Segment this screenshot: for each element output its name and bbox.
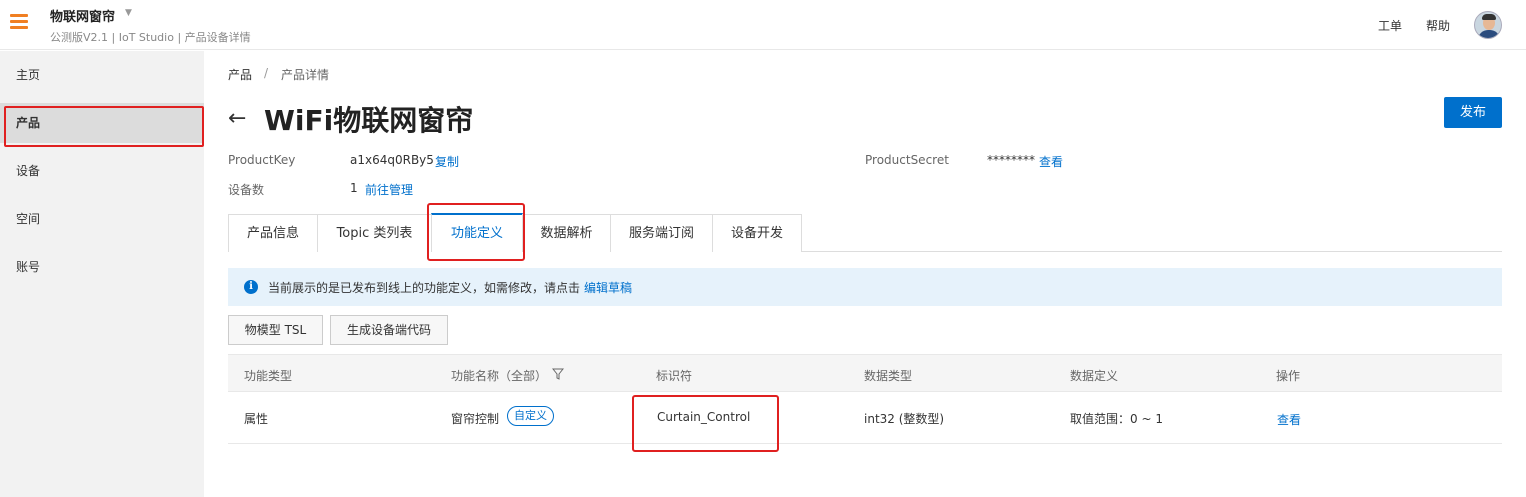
caret-down-icon[interactable]: ▼ bbox=[125, 8, 132, 18]
highlight-box bbox=[632, 395, 779, 452]
cell-data-type: int32 (整数型) bbox=[864, 412, 945, 426]
manage-devices-link[interactable]: 前往管理 bbox=[365, 181, 413, 198]
product-key-label: ProductKey bbox=[228, 153, 296, 167]
page-title: WiFi物联网窗帘 bbox=[264, 104, 474, 137]
custom-tag: 自定义 bbox=[507, 406, 554, 426]
product-secret-value: ******** bbox=[987, 153, 1035, 167]
cell-type: 属性 bbox=[244, 412, 269, 426]
column-header: 功能名称（全部） bbox=[451, 369, 548, 383]
sidebar-item-device[interactable]: 设备 bbox=[0, 151, 204, 191]
column-header: 标识符 bbox=[656, 369, 693, 383]
product-secret-label: ProductSecret bbox=[865, 153, 949, 167]
sidebar-item-home[interactable]: 主页 bbox=[0, 55, 204, 95]
table-header: 功能类型 功能名称（全部） 标识符 数据类型 数据定义 操作 bbox=[228, 354, 1502, 392]
avatar[interactable] bbox=[1474, 11, 1502, 39]
notice-text: 当前展示的是已发布到线上的功能定义，如需修改，请点击 bbox=[268, 281, 581, 295]
cell-name: 窗帘控制 bbox=[451, 412, 500, 426]
table-row: 属性 窗帘控制 自定义 Curtain_Control int32 (整数型) … bbox=[228, 392, 1502, 444]
tab-device-development[interactable]: 设备开发 bbox=[712, 214, 802, 252]
tab-data-parsing[interactable]: 数据解析 bbox=[522, 214, 611, 252]
device-count-value: 1 bbox=[350, 181, 358, 195]
column-header: 数据定义 bbox=[1070, 369, 1119, 383]
copy-link[interactable]: 复制 bbox=[435, 153, 459, 170]
product-key-value: a1x64q0RBy5 bbox=[350, 153, 434, 167]
app-name[interactable]: 物联网窗帘 bbox=[50, 6, 115, 25]
column-header: 功能类型 bbox=[244, 369, 293, 383]
view-action-link[interactable]: 查看 bbox=[1277, 411, 1301, 428]
generate-code-button[interactable]: 生成设备端代码 bbox=[330, 315, 448, 345]
ticket-link[interactable]: 工单 bbox=[1378, 17, 1402, 34]
info-icon: i bbox=[244, 280, 258, 294]
view-secret-link[interactable]: 查看 bbox=[1039, 153, 1063, 170]
tab-product-info[interactable]: 产品信息 bbox=[228, 214, 318, 252]
tsl-button[interactable]: 物模型 TSL bbox=[228, 315, 323, 345]
edit-draft-link[interactable]: 编辑草稿 bbox=[584, 279, 632, 296]
tab-topic-list[interactable]: Topic 类列表 bbox=[317, 214, 432, 252]
device-count-label: 设备数 bbox=[228, 183, 265, 197]
breadcrumb-current: 产品详情 bbox=[281, 68, 330, 82]
sidebar-item-space[interactable]: 空间 bbox=[0, 199, 204, 239]
breadcrumb-separator: / bbox=[264, 66, 269, 80]
notice-banner: i 当前展示的是已发布到线上的功能定义，如需修改，请点击 编辑草稿 bbox=[228, 268, 1502, 306]
highlight-box bbox=[427, 203, 525, 261]
column-header: 操作 bbox=[1276, 369, 1301, 383]
cell-definition: 取值范围：0 ~ 1 bbox=[1070, 412, 1163, 426]
filter-icon[interactable] bbox=[552, 368, 564, 380]
back-arrow-icon[interactable]: ← bbox=[228, 106, 246, 131]
app-subtitle: 公测版V2.1 | IoT Studio | 产品设备详情 bbox=[50, 31, 251, 44]
publish-button[interactable]: 发布 bbox=[1444, 97, 1502, 128]
menu-icon[interactable] bbox=[10, 14, 28, 30]
highlight-box bbox=[4, 106, 204, 147]
breadcrumb-product[interactable]: 产品 bbox=[228, 66, 252, 83]
top-bar: 物联网窗帘 ▼ 公测版V2.1 | IoT Studio | 产品设备详情 工单… bbox=[0, 0, 1526, 50]
tab-server-subscription[interactable]: 服务端订阅 bbox=[610, 214, 713, 252]
sidebar-item-account[interactable]: 账号 bbox=[0, 247, 204, 287]
column-header: 数据类型 bbox=[864, 369, 913, 383]
help-link[interactable]: 帮助 bbox=[1426, 17, 1450, 34]
